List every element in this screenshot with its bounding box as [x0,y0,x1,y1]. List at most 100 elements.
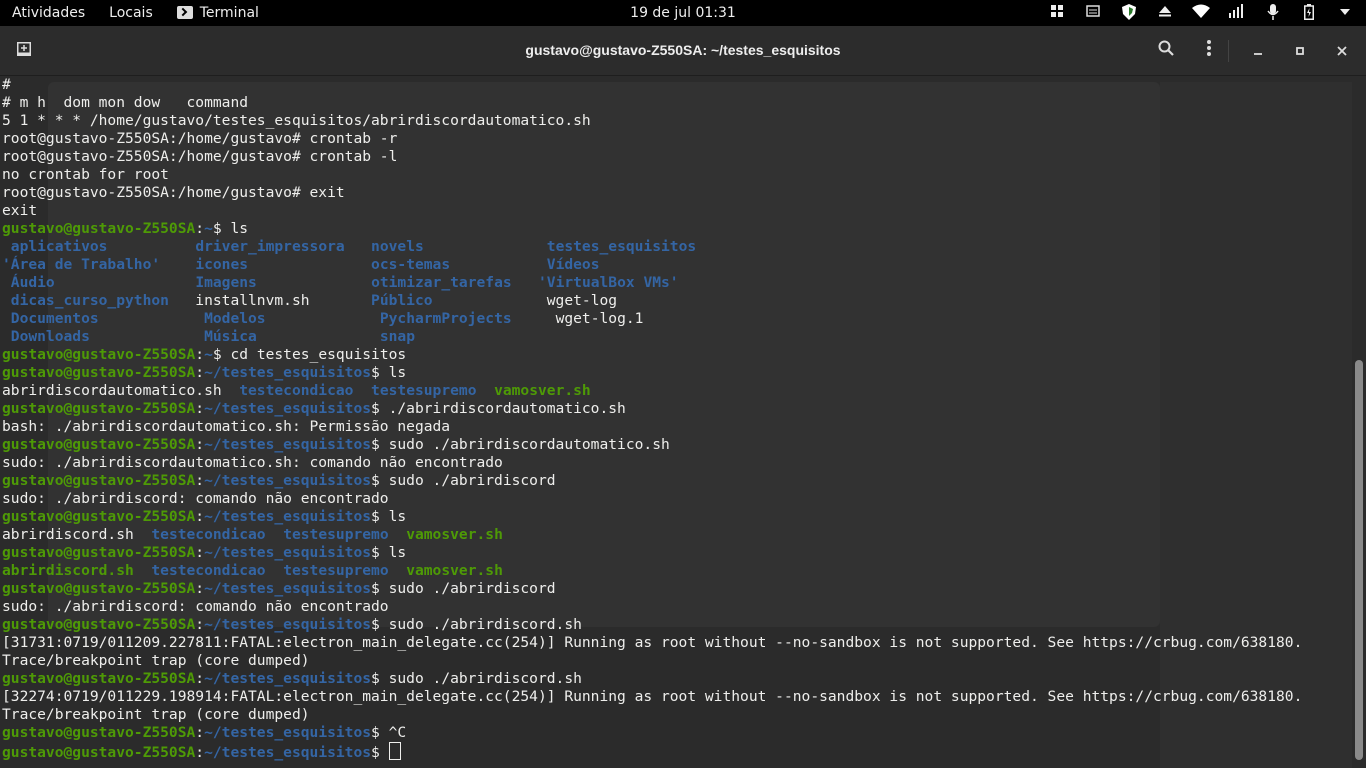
terminal-text: $ sudo ./abrirdiscord.sh [371,616,582,633]
terminal-line: sudo: ./abrirdiscord: comando não encont… [2,490,1302,508]
terminal-text: : [195,544,205,561]
terminal-line: aplicativos driver_impressora novels tes… [2,238,1302,256]
prompt-user-host: gustavo@gustavo-Z550SA [2,346,196,363]
terminal-text: # m h dom mon dow command [2,94,249,111]
terminal-text: $ ^C [371,724,407,741]
top-bar: Atividades Locais Terminal 19 de jul 01:… [0,0,1366,26]
terminal-text: : [195,616,205,633]
terminal-line: gustavo@gustavo-Z550SA:~/testes_esquisit… [2,742,1302,761]
ls-directory: 'VirtualBox VMs' [538,274,679,291]
terminal-text: wget-log [432,292,618,309]
prompt-path: ~/testes_esquisitos [204,364,372,381]
terminal-text: $ ls [371,544,407,561]
terminal-text: : [195,508,205,525]
scrollbar-thumb[interactable] [1355,360,1363,760]
prompt-user-host: gustavo@gustavo-Z550SA [2,724,196,741]
terminal-line: root@gustavo-Z550SA:/home/gustavo# exit [2,184,1302,202]
terminal-text: installnvm.sh [168,292,372,309]
terminal-text: Trace/breakpoint trap (core dumped) [2,706,310,723]
prompt-user-host: gustavo@gustavo-Z550SA [2,580,196,597]
search-button[interactable] [1151,36,1181,66]
eject-icon[interactable] [1154,4,1176,22]
terminal-line: gustavo@gustavo-Z550SA:~/testes_esquisit… [2,616,1302,634]
clipboard-icon[interactable] [1082,4,1104,22]
terminal-line: gustavo@gustavo-Z550SA:~/testes_esquisit… [2,724,1302,742]
ls-directory: driver_impressora [195,238,345,255]
close-icon [1337,46,1347,56]
ls-directory: testes_esquisitos [546,238,697,255]
terminal-line: root@gustavo-Z550SA:/home/gustavo# cront… [2,148,1302,166]
ls-directory: Áudio [2,274,55,291]
close-button[interactable] [1327,36,1357,66]
prompt-user-host: gustavo@gustavo-Z550SA [2,544,196,561]
prompt-path: ~/testes_esquisitos [204,616,372,633]
ls-directory: Imagens [195,274,257,291]
ls-directory: PycharmProjects [379,310,512,327]
prompt-user-host: gustavo@gustavo-Z550SA [2,364,196,381]
terminal-line: bash: ./abrirdiscordautomatico.sh: Permi… [2,418,1302,436]
shield-icon[interactable] [1118,4,1140,22]
terminal-text: $ ./abrirdiscordautomatico.sh [371,400,626,417]
volume-icon[interactable] [1226,4,1248,22]
ls-directory: testesupremo [283,562,389,579]
prompt-user-host: gustavo@gustavo-Z550SA [2,400,196,417]
terminal-text: : [195,346,205,363]
terminal-text: wget-log.1 [511,310,644,327]
activities-button[interactable]: Atividades [0,0,97,26]
terminal-text: sudo: ./abrirdiscord: comando não encont… [2,598,389,615]
prompt-path: ~/testes_esquisitos [204,508,372,525]
prompt-user-host: gustavo@gustavo-Z550SA [2,508,196,525]
ls-directory: testesupremo [371,382,477,399]
ls-executable: vamosver.sh [406,526,503,543]
new-tab-button[interactable] [9,36,39,66]
terminal-scrollbar[interactable] [1352,76,1366,768]
minimize-button[interactable] [1243,36,1273,66]
prompt-user-host: gustavo@gustavo-Z550SA [2,670,196,687]
terminal-text: Trace/breakpoint trap (core dumped) [2,652,310,669]
ls-directory: Modelos [204,310,266,327]
prompt-user-host: gustavo@gustavo-Z550SA [2,436,196,453]
terminal-line: sudo: ./abrirdiscordautomatico.sh: coman… [2,454,1302,472]
hamburger-menu-button[interactable] [1194,36,1224,66]
terminal-line: gustavo@gustavo-Z550SA:~/testes_esquisit… [2,544,1302,562]
maximize-button[interactable] [1285,36,1315,66]
microphone-icon[interactable] [1262,4,1284,22]
places-menu[interactable]: Locais [97,0,165,26]
system-tray[interactable] [1046,0,1356,26]
prompt-path: ~/testes_esquisitos [204,400,372,417]
terminal-line: root@gustavo-Z550SA:/home/gustavo# cront… [2,130,1302,148]
wifi-icon[interactable] [1190,4,1212,22]
terminal-line: gustavo@gustavo-Z550SA:~$ cd testes_esqu… [2,346,1302,364]
terminal-output[interactable]: # # m h dom mon dow command 5 1 * * * /hom… [2,76,1302,761]
terminal-line: abrirdiscord.sh testecondicao testesupre… [2,562,1302,580]
prompt-path: ~ [204,220,213,237]
terminal-line: Áudio Imagens otimizar_tarefas 'VirtualB… [2,274,1302,292]
prompt-user-host: gustavo@gustavo-Z550SA [2,616,196,633]
prompt-path: ~/testes_esquisitos [204,744,372,761]
text-cursor [388,742,401,760]
app-grid-icon[interactable] [1046,4,1068,22]
terminal-text: sudo: ./abrirdiscord: comando não encont… [2,490,389,507]
terminal-text: : [195,744,205,761]
power-menu-icon[interactable] [1334,4,1356,22]
app-menu[interactable]: Terminal [165,0,271,26]
terminal-text: root@gustavo-Z550SA:/home/gustavo# cront… [2,130,398,147]
terminal-text: : [195,580,205,597]
header-separator [1228,40,1229,62]
search-icon [1158,40,1174,56]
terminal-text: sudo: ./abrirdiscordautomatico.sh: coman… [2,454,503,471]
terminal-text: no crontab for root [2,166,169,183]
prompt-user-host: gustavo@gustavo-Z550SA [2,744,196,761]
terminal-text: : [195,724,205,741]
ls-directory: icones [195,256,249,273]
battery-icon[interactable] [1298,4,1320,22]
terminal-text: $ sudo ./abrirdiscord.sh [371,670,582,687]
